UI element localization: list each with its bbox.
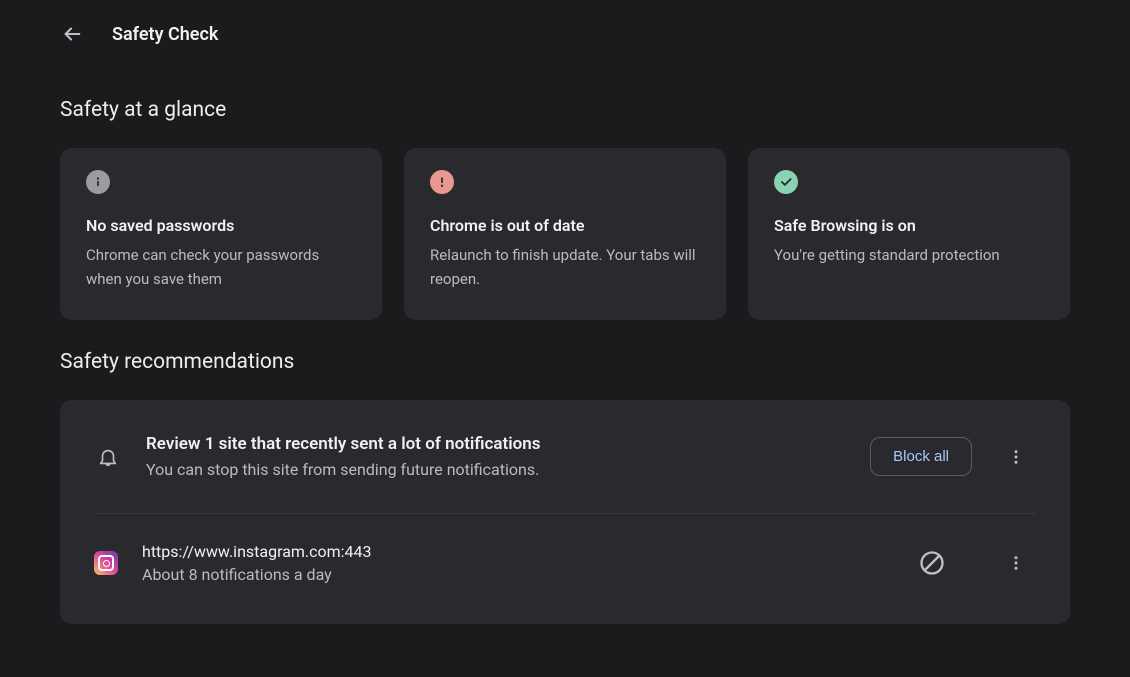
bell-icon	[94, 446, 122, 468]
site-url: https://www.instagram.com:443	[142, 542, 888, 561]
card-title: Safe Browsing is on	[774, 216, 1044, 235]
warning-icon	[430, 170, 700, 194]
info-icon	[86, 170, 356, 194]
page-header: Safety Check	[60, 0, 1070, 68]
back-button[interactable]	[60, 22, 84, 46]
review-subtitle: You can stop this site from sending futu…	[146, 460, 846, 479]
page-title: Safety Check	[112, 24, 218, 45]
block-all-button[interactable]: Block all	[870, 437, 972, 476]
block-site-button[interactable]	[912, 543, 952, 583]
more-vert-icon	[1007, 448, 1025, 466]
glance-card-update[interactable]: Chrome is out of date Relaunch to finish…	[404, 148, 726, 320]
block-icon	[918, 549, 946, 577]
card-title: Chrome is out of date	[430, 216, 700, 235]
glance-cards: No saved passwords Chrome can check your…	[60, 148, 1070, 320]
more-vert-icon	[1007, 554, 1025, 572]
glance-heading: Safety at a glance	[60, 98, 1070, 122]
site-row: https://www.instagram.com:443 About 8 no…	[60, 514, 1070, 624]
card-subtitle: Relaunch to finish update. Your tabs wil…	[430, 243, 700, 291]
recommendations-panel: Review 1 site that recently sent a lot o…	[60, 400, 1070, 624]
review-more-button[interactable]	[996, 437, 1036, 477]
instagram-favicon	[94, 551, 118, 575]
card-subtitle: Chrome can check your passwords when you…	[86, 243, 356, 291]
glance-card-passwords[interactable]: No saved passwords Chrome can check your…	[60, 148, 382, 320]
check-icon	[774, 170, 1044, 194]
site-more-button[interactable]	[996, 543, 1036, 583]
card-title: No saved passwords	[86, 216, 356, 235]
glance-card-safebrowsing[interactable]: Safe Browsing is on You're getting stand…	[748, 148, 1070, 320]
recommendations-heading: Safety recommendations	[60, 350, 1070, 374]
arrow-left-icon	[61, 23, 83, 45]
review-title: Review 1 site that recently sent a lot o…	[146, 434, 846, 454]
site-subtitle: About 8 notifications a day	[142, 565, 888, 584]
card-subtitle: You're getting standard protection	[774, 243, 1044, 267]
review-row: Review 1 site that recently sent a lot o…	[60, 400, 1070, 513]
